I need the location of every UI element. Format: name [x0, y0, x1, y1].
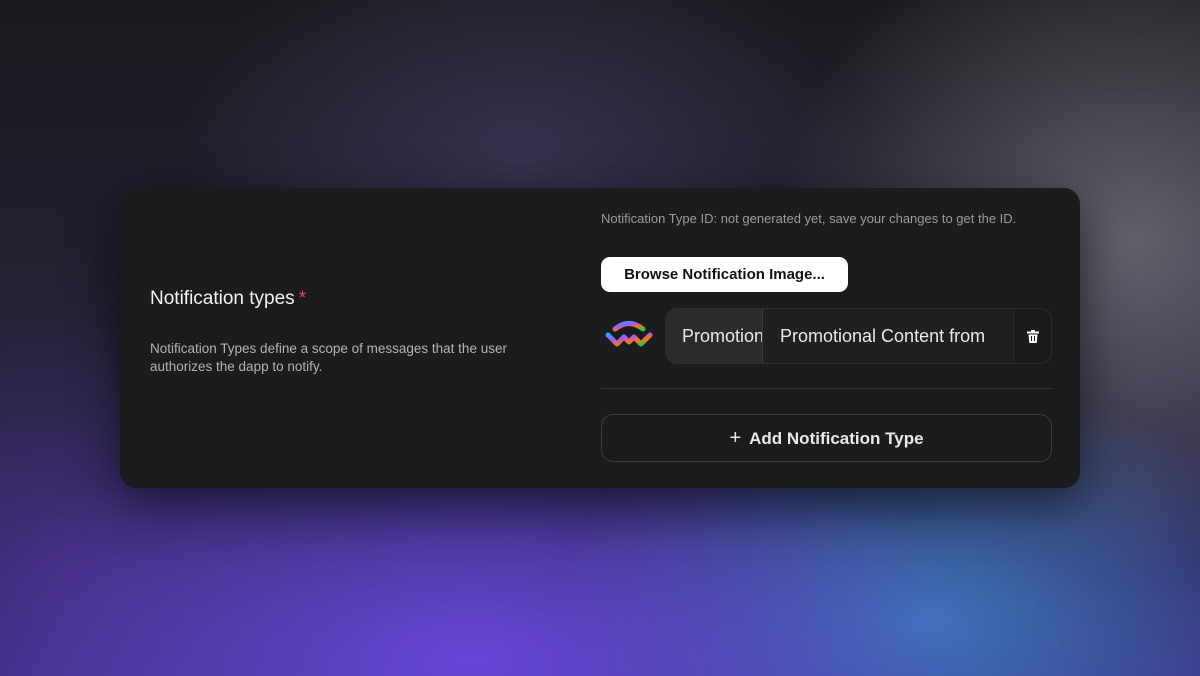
notification-types-card: Notification types * Notification Types d…: [120, 188, 1080, 488]
notification-type-editor: Notification Type ID: not generated yet,…: [601, 188, 1052, 488]
section-info: Notification types * Notification Types d…: [150, 188, 550, 488]
section-title-text: Notification types: [150, 288, 295, 309]
notification-type-description-input[interactable]: Promotional Content from: [764, 309, 1012, 363]
add-notification-type-content: + Add Notification Type: [602, 415, 1051, 461]
walletconnect-logo-icon: [605, 318, 653, 354]
add-notification-type-button[interactable]: + Add Notification Type: [601, 414, 1052, 462]
divider: [601, 388, 1052, 389]
notification-type-row: Promotional Promotional Content from: [601, 308, 1052, 364]
section-title: Notification types *: [150, 288, 306, 310]
notification-type-name-input[interactable]: Promotional: [666, 309, 763, 363]
trash-icon: [1027, 330, 1039, 343]
delete-notification-type-button[interactable]: [1013, 309, 1051, 363]
browse-notification-image-button[interactable]: Browse Notification Image...: [601, 257, 848, 292]
section-description: Notification Types define a scope of mes…: [150, 341, 507, 374]
notification-type-id-note: Notification Type ID: not generated yet,…: [601, 211, 1017, 226]
add-notification-type-label: Add Notification Type: [749, 429, 924, 448]
notification-type-fields: Promotional Promotional Content from: [665, 308, 1052, 364]
plus-icon: +: [729, 427, 742, 449]
required-indicator: *: [298, 288, 307, 309]
